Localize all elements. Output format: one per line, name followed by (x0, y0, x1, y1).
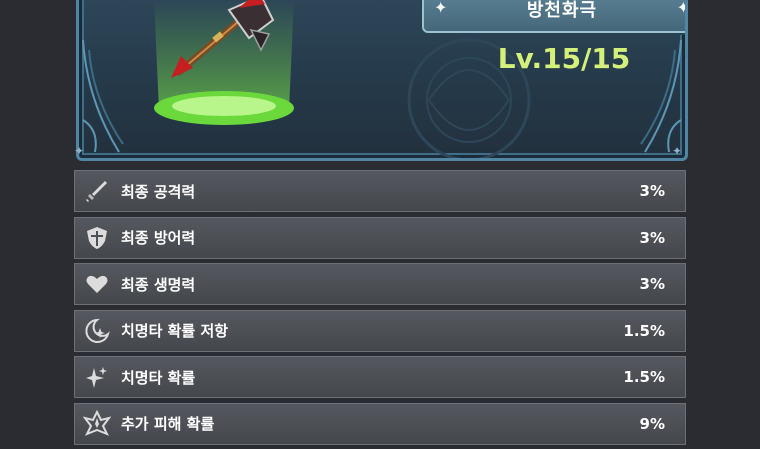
stat-label: 치명타 확률 저항 (121, 322, 229, 340)
stat-label: 최종 공격력 (121, 182, 196, 201)
stat-label: 최종 방어력 (121, 229, 196, 247)
corner-sparkle-icon: ✦ (74, 144, 85, 158)
heart-icon (75, 264, 119, 304)
sword-icon (75, 171, 119, 211)
item-level: Lv.15/15 (497, 42, 631, 75)
stat-label: 추가 피해 확률 (121, 415, 215, 433)
stat-value: 1.5% (623, 368, 665, 386)
crit-resist-icon (75, 311, 119, 351)
stat-row-final-health: 최종 생명력 3% (74, 263, 686, 305)
halberd-weapon-icon (171, 0, 275, 78)
sparkle-icon: ✦ (677, 0, 685, 17)
item-name-banner: ✦ 방천화극 ✦ (422, 0, 685, 33)
stat-value: 3% (639, 182, 665, 200)
corner-filigree-left (82, 40, 124, 153)
stat-list: 최종 공격력 3% 최종 방어력 3% 최종 생명력 3% 치명타 확률 저항 … (74, 170, 686, 449)
item-name: 방천화극 (526, 0, 598, 21)
extra-damage-icon (75, 404, 119, 444)
stat-row-crit-resist: 치명타 확률 저항 1.5% (74, 309, 686, 352)
stat-value: 1.5% (623, 321, 665, 340)
shield-icon (75, 218, 119, 258)
item-info-panel: ✦ 방천화극 ✦ Lv.15/15 (76, 0, 688, 161)
corner-sparkle-icon: ✦ (672, 144, 683, 158)
background-emblem (407, 38, 531, 158)
stat-label: 치명타 확률 (121, 368, 196, 387)
stat-row-final-attack: 최종 공격력 3% (74, 170, 686, 212)
stat-value: 3% (639, 275, 665, 293)
sparkle-icon: ✦ (434, 0, 448, 17)
stat-row-crit-rate: 치명타 확률 1.5% (74, 356, 686, 398)
stat-row-extra-damage: 추가 피해 확률 9% (74, 402, 686, 445)
stat-row-final-defense: 최종 방어력 3% (74, 216, 686, 259)
stat-label: 최종 생명력 (121, 275, 196, 294)
crit-sparkle-icon (75, 357, 119, 397)
stat-value: 3% (639, 228, 665, 247)
